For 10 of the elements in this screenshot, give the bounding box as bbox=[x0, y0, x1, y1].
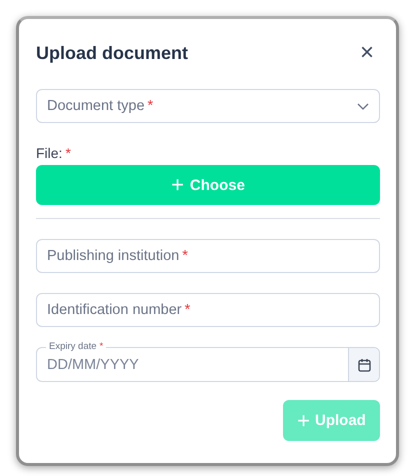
dialog-title: Upload document bbox=[36, 42, 188, 64]
floating-label: Expiry date * bbox=[46, 341, 106, 353]
close-button[interactable]: × bbox=[354, 41, 380, 65]
text-field[interactable]: Publishing institution * bbox=[36, 239, 380, 273]
calendar-button[interactable] bbox=[348, 348, 379, 381]
file-label: File: * bbox=[36, 145, 72, 161]
chevron-down-icon bbox=[357, 102, 369, 110]
text-field[interactable]: Identification number * bbox=[36, 293, 380, 327]
document-type-select[interactable]: Document type * bbox=[36, 89, 380, 123]
calendar-icon bbox=[358, 358, 370, 372]
